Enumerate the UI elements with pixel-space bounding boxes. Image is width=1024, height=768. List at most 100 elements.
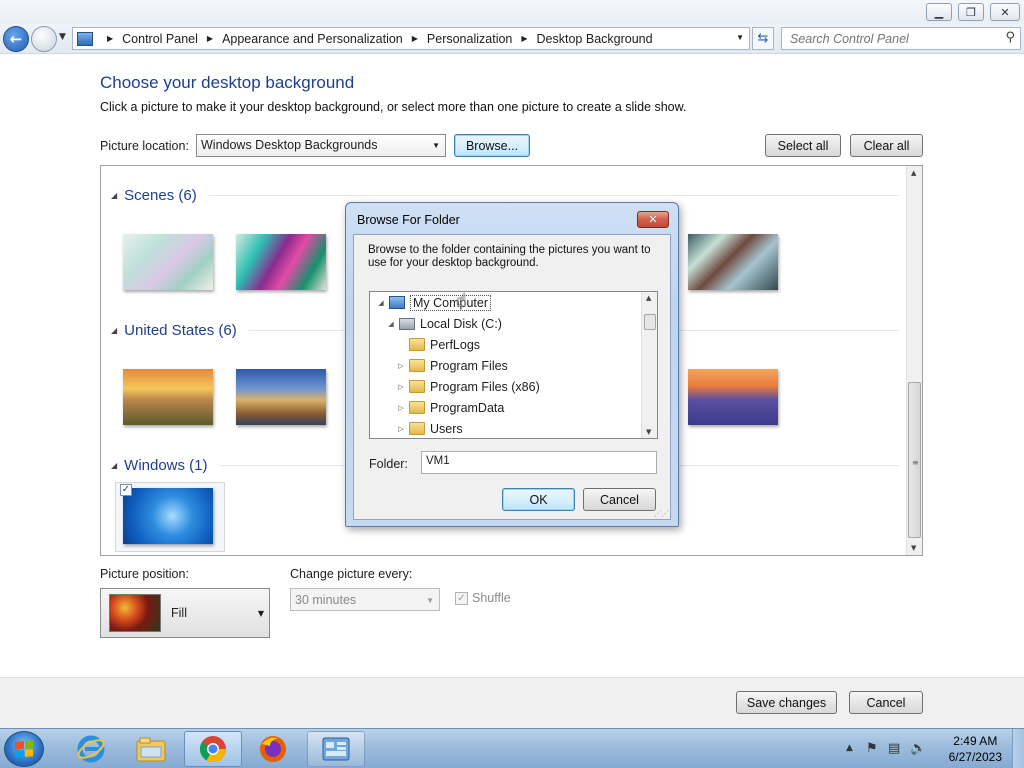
- gallery-scrollbar[interactable]: ▲ ≡ ▼: [906, 166, 922, 555]
- back-button[interactable]: ←: [3, 26, 29, 52]
- taskbar-chrome[interactable]: [184, 731, 242, 767]
- taskbar: ▲ ⚑ ▤ 🔈 2:49 AM 6/27/2023: [0, 728, 1024, 768]
- hand-cursor-icon: ☝: [456, 290, 467, 311]
- scroll-up-icon[interactable]: ▲: [646, 294, 651, 302]
- tree-item-label: ProgramData: [430, 400, 505, 415]
- picture-location-select[interactable]: Windows Desktop Backgrounds ▼: [196, 134, 446, 157]
- scroll-down-icon[interactable]: ▼: [911, 544, 916, 552]
- show-hidden-icons-button[interactable]: ▲: [846, 743, 853, 753]
- dialog-close-button[interactable]: ✕: [637, 211, 669, 228]
- collapse-icon[interactable]: ◢: [111, 191, 117, 200]
- forward-button[interactable]: [31, 26, 57, 52]
- tree-item-programdata[interactable]: ▷ ProgramData: [396, 397, 504, 418]
- expand-icon[interactable]: ▷: [396, 362, 406, 370]
- show-desktop-button[interactable]: [1012, 729, 1024, 768]
- tree-item-perflogs[interactable]: PerfLogs: [396, 334, 480, 355]
- chevron-down-icon[interactable]: ▼: [736, 33, 744, 42]
- clock[interactable]: 2:49 AM 6/27/2023: [949, 733, 1002, 765]
- dialog-cancel-button[interactable]: Cancel: [583, 488, 656, 511]
- tree-item-my-computer[interactable]: ◢ My Computer: [376, 292, 492, 313]
- picture-location-value: Windows Desktop Backgrounds: [201, 138, 378, 152]
- wallpaper-checkbox[interactable]: ✓: [120, 484, 132, 496]
- taskbar-internet-explorer[interactable]: [62, 731, 120, 767]
- save-changes-button[interactable]: Save changes: [736, 691, 837, 714]
- taskbar-control-panel[interactable]: [307, 731, 365, 767]
- taskbar-file-explorer[interactable]: [122, 731, 180, 767]
- chevron-down-icon: ▼: [426, 596, 434, 605]
- clear-all-button[interactable]: Clear all: [850, 134, 923, 157]
- breadcrumb-personalization[interactable]: Personalization: [427, 32, 512, 46]
- minimize-button[interactable]: ▁: [926, 3, 952, 21]
- tree-item-label: My Computer: [410, 294, 492, 311]
- folder-icon: [409, 359, 425, 372]
- windows-logo-icon: [15, 740, 33, 758]
- shuffle-checkbox[interactable]: ✓ Shuffle: [455, 591, 511, 605]
- window-close-button[interactable]: ✕: [990, 3, 1020, 21]
- refresh-button[interactable]: ⇆: [752, 27, 774, 50]
- action-center-icon[interactable]: ⚑: [866, 741, 878, 756]
- search-box[interactable]: ⚲: [781, 27, 1021, 50]
- breadcrumb-separator-icon[interactable]: ▶: [412, 34, 418, 43]
- expand-icon[interactable]: ▷: [396, 383, 406, 391]
- breadcrumb-control-panel[interactable]: Control Panel: [122, 32, 198, 46]
- tree-item-program-files[interactable]: ▷ Program Files: [396, 355, 508, 376]
- collapse-icon[interactable]: ◢: [111, 326, 117, 335]
- folder-tree[interactable]: ◢ My Computer ◢ Local Disk (C:) PerfLogs…: [369, 291, 658, 439]
- tree-item-label: PerfLogs: [430, 337, 481, 352]
- wallpaper-thumbnail[interactable]: [236, 369, 326, 425]
- breadcrumb-separator-icon[interactable]: ▶: [207, 34, 213, 43]
- wallpaper-thumbnail[interactable]: [236, 234, 326, 290]
- windows-wallpaper-thumbnail[interactable]: [123, 488, 213, 544]
- tree-item-label: Program Files (x86): [430, 379, 540, 394]
- folder-icon: [409, 380, 425, 393]
- expand-icon[interactable]: ▷: [396, 404, 406, 412]
- group-title: Windows (1): [124, 457, 208, 474]
- network-icon[interactable]: ▤: [888, 741, 900, 756]
- drive-icon: [399, 317, 415, 330]
- volume-muted-icon[interactable]: 🔈: [910, 741, 926, 756]
- expand-icon[interactable]: ▷: [396, 425, 406, 433]
- restore-button[interactable]: ❐: [958, 3, 984, 21]
- tree-item-local-disk[interactable]: ◢ Local Disk (C:): [386, 313, 502, 334]
- select-all-button[interactable]: Select all: [765, 134, 841, 157]
- recent-pages-dropdown[interactable]: ▼: [59, 32, 66, 42]
- picture-position-select[interactable]: Fill ▼: [100, 588, 270, 638]
- change-picture-label: Change picture every:: [290, 567, 413, 581]
- scroll-down-icon[interactable]: ▼: [646, 428, 651, 436]
- taskbar-firefox[interactable]: [244, 731, 302, 767]
- folder-label: Folder:: [369, 457, 408, 471]
- search-input[interactable]: [782, 28, 992, 49]
- wallpaper-thumbnail[interactable]: [688, 369, 778, 425]
- wallpaper-thumbnail[interactable]: [688, 234, 778, 290]
- group-title: United States (6): [124, 322, 237, 339]
- breadcrumb-separator-icon[interactable]: ▶: [521, 34, 527, 43]
- dialog-body: Browse to the folder containing the pict…: [353, 234, 671, 520]
- collapse-icon[interactable]: ◢: [111, 461, 117, 470]
- collapse-icon[interactable]: ◢: [376, 299, 386, 307]
- folder-name-field[interactable]: VM1: [421, 451, 657, 474]
- tree-item-users[interactable]: ▷ Users: [396, 418, 462, 438]
- collapse-icon[interactable]: ◢: [386, 320, 396, 328]
- checkbox-icon[interactable]: ✓: [455, 591, 468, 605]
- chrome-icon: [199, 736, 227, 763]
- start-button[interactable]: [4, 731, 44, 767]
- wallpaper-thumbnail[interactable]: [123, 234, 213, 290]
- scrollbar-thumb[interactable]: [644, 314, 656, 330]
- breadcrumb-desktop-background[interactable]: Desktop Background: [537, 32, 653, 46]
- tree-scrollbar[interactable]: ▲ ▼: [641, 292, 657, 438]
- scrollbar-thumb[interactable]: ≡: [908, 382, 921, 538]
- shuffle-label: Shuffle: [472, 591, 511, 605]
- cancel-button[interactable]: Cancel: [849, 691, 923, 714]
- breadcrumb[interactable]: ▶ Control Panel ▶ Appearance and Persona…: [72, 27, 750, 50]
- wallpaper-thumbnail[interactable]: [123, 369, 213, 425]
- minimize-icon: ▁: [934, 5, 944, 19]
- dialog-ok-button[interactable]: OK: [502, 488, 575, 511]
- search-icon[interactable]: ⚲: [1005, 30, 1015, 45]
- tree-item-program-files-x86[interactable]: ▷ Program Files (x86): [396, 376, 540, 397]
- browse-button[interactable]: Browse...: [454, 134, 530, 157]
- scroll-up-icon[interactable]: ▲: [911, 169, 916, 177]
- breadcrumb-separator-icon[interactable]: ▶: [107, 34, 113, 43]
- resize-grip-icon[interactable]: ⋰⋰: [654, 509, 669, 518]
- breadcrumb-appearance[interactable]: Appearance and Personalization: [222, 32, 403, 46]
- change-picture-select[interactable]: 30 minutes ▼: [290, 588, 440, 611]
